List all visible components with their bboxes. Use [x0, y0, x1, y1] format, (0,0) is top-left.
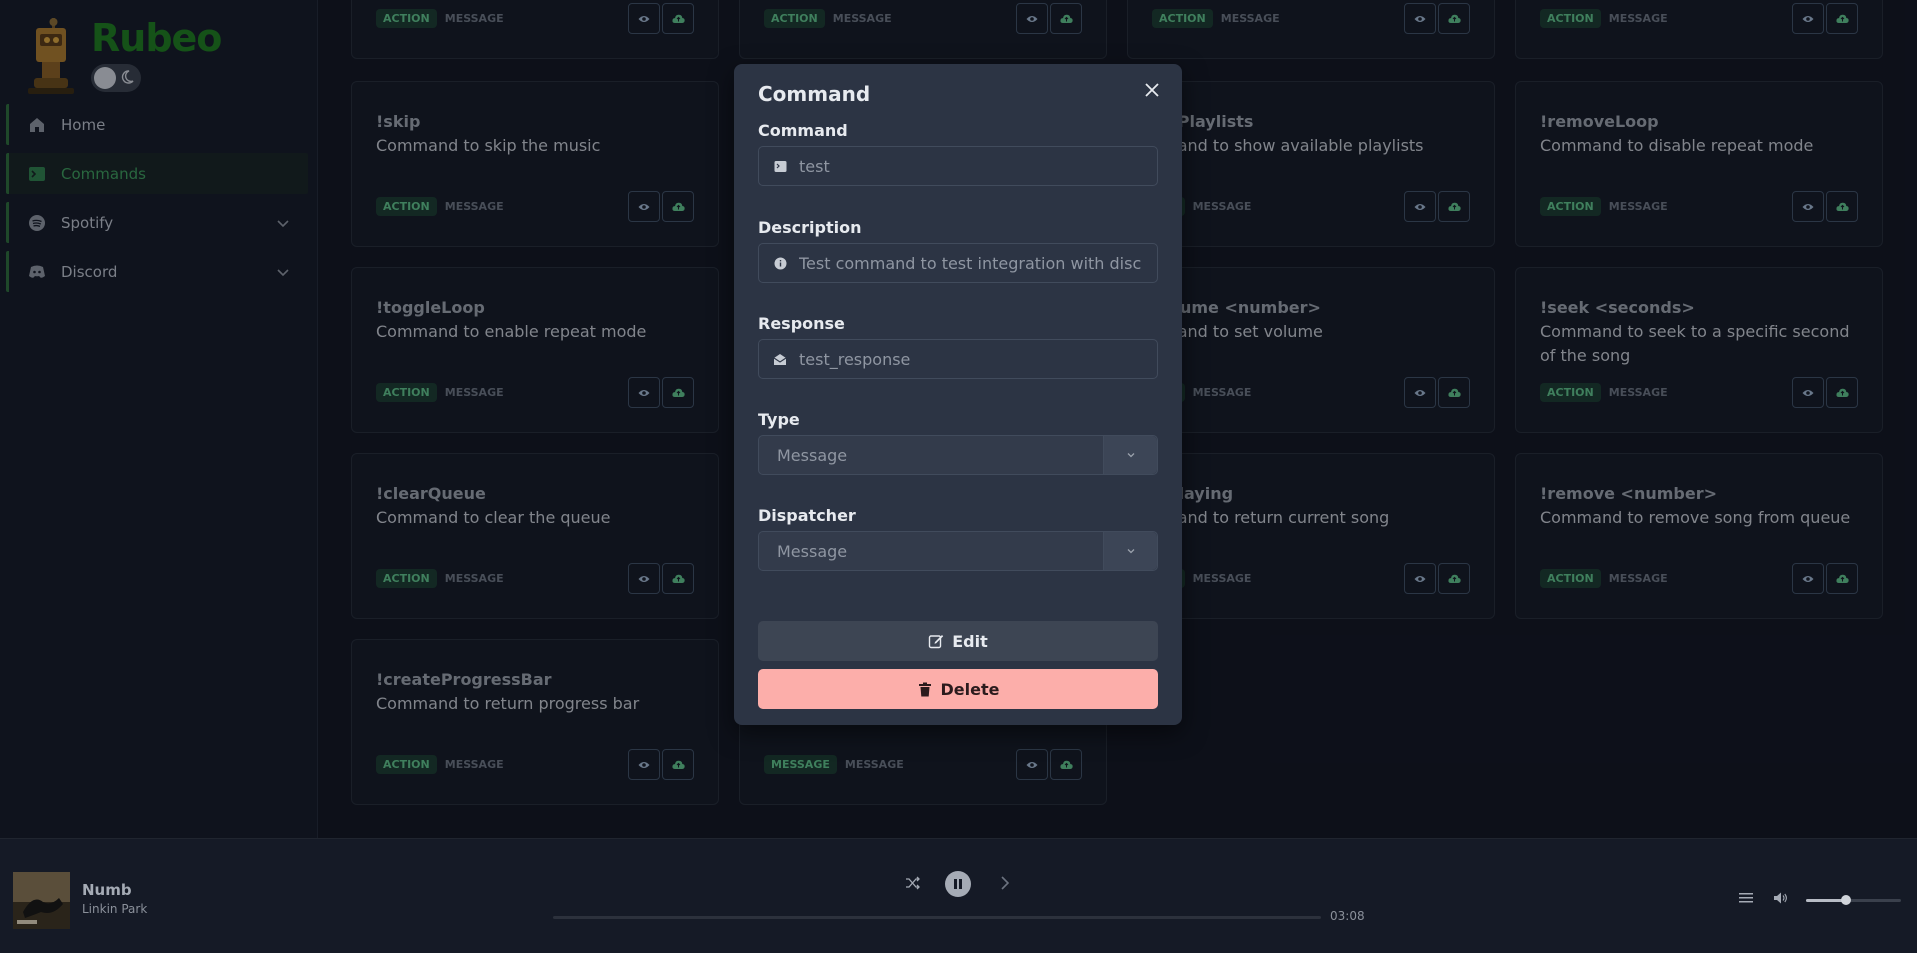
volume-slider-fill — [1806, 899, 1846, 902]
edit-button-label: Edit — [952, 631, 988, 651]
chevron-down-icon[interactable] — [1103, 436, 1157, 474]
track-duration: 03:08 — [1330, 909, 1365, 923]
shuffle-icon[interactable] — [902, 872, 924, 894]
volume-slider[interactable] — [1806, 895, 1901, 905]
queue-icon[interactable] — [1737, 889, 1755, 907]
info-icon — [773, 256, 787, 270]
response-label: Response — [758, 314, 845, 333]
pencil-icon — [928, 633, 944, 649]
terminal-icon — [773, 159, 787, 173]
envelope-open-icon — [773, 352, 787, 366]
command-modal: Command Command test Description Test co… — [734, 64, 1182, 725]
modal-title: Command — [758, 82, 871, 106]
music-player: Numb Linkin Park 03:08 — [0, 838, 1917, 953]
response-input-value: test_response — [799, 349, 911, 369]
delete-button-label: Delete — [940, 679, 1000, 699]
type-select[interactable]: Message — [758, 435, 1158, 475]
pause-icon — [954, 879, 962, 889]
type-select-value: Message — [777, 445, 848, 465]
pause-button[interactable] — [945, 871, 971, 897]
song-title: Numb — [82, 881, 132, 899]
delete-button[interactable]: Delete — [758, 669, 1158, 709]
dispatcher-select-value: Message — [777, 541, 848, 561]
description-input-value: Test command to test integration with di… — [799, 253, 1142, 273]
command-input-value: test — [799, 156, 830, 176]
song-artist: Linkin Park — [82, 902, 148, 916]
type-label: Type — [758, 410, 800, 429]
volume-slider-handle[interactable] — [1840, 895, 1851, 905]
response-input[interactable]: test_response — [758, 339, 1158, 379]
chevron-down-icon[interactable] — [1103, 532, 1157, 570]
volume-icon[interactable] — [1772, 889, 1790, 907]
album-art — [13, 872, 70, 929]
dispatcher-select[interactable]: Message — [758, 531, 1158, 571]
progress-bar[interactable] — [553, 916, 1321, 919]
trash-icon — [917, 681, 933, 697]
close-icon[interactable] — [1140, 78, 1164, 102]
dispatcher-label: Dispatcher — [758, 506, 856, 525]
description-label: Description — [758, 218, 862, 237]
description-input[interactable]: Test command to test integration with di… — [758, 243, 1158, 283]
command-label: Command — [758, 121, 848, 140]
next-icon[interactable] — [994, 872, 1016, 894]
command-input[interactable]: test — [758, 146, 1158, 186]
edit-button[interactable]: Edit — [758, 621, 1158, 661]
